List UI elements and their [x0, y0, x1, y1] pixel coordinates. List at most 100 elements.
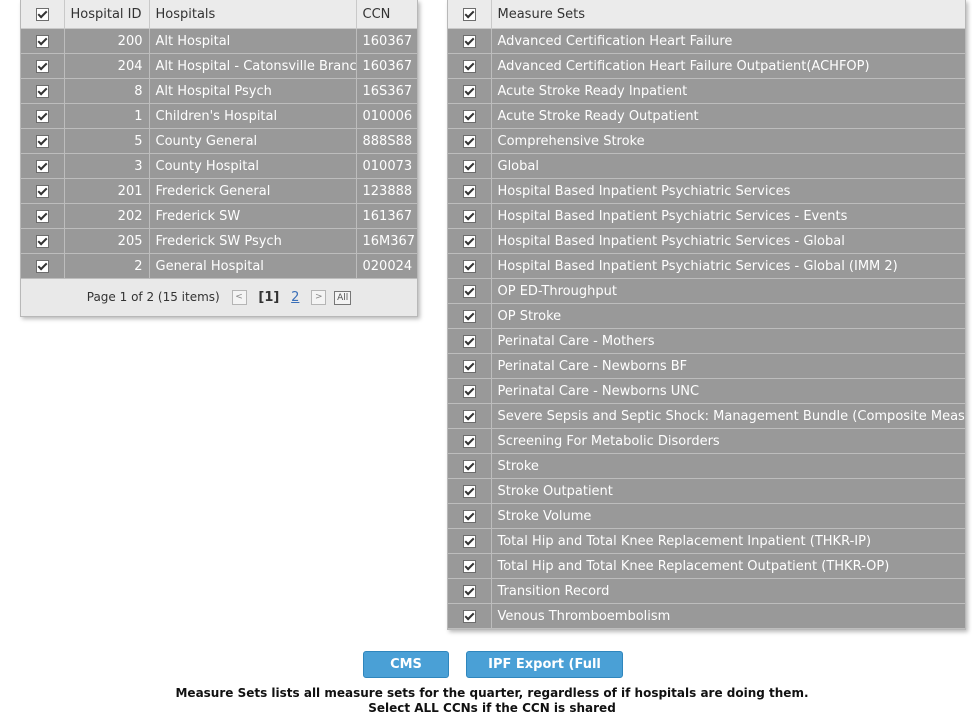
measure-set-row-checkbox[interactable] [462, 309, 476, 323]
hospital-ccn-cell: 161367 [356, 203, 417, 229]
measure-set-row[interactable]: Hospital Based Inpatient Psychiatric Ser… [448, 203, 965, 229]
hospital-row[interactable]: 200 Alt Hospital 160367 [21, 28, 417, 54]
measure-set-row[interactable]: Stroke [448, 453, 965, 479]
measure-set-row-checkbox-cell [448, 378, 492, 404]
measure-set-name-cell: Transition Record [491, 578, 965, 604]
hospital-id-cell: 200 [64, 28, 150, 54]
measure-set-name-cell: Hospital Based Inpatient Psychiatric Ser… [491, 253, 965, 279]
hospital-row[interactable]: 3 County Hospital 010073 [21, 153, 417, 179]
measure-set-row[interactable]: Stroke Volume [448, 503, 965, 529]
measure-set-row-checkbox[interactable] [462, 484, 476, 498]
measure-set-row[interactable]: Screening For Metabolic Disorders [448, 428, 965, 454]
hospital-name-cell: County General [149, 128, 357, 154]
pager-all-button[interactable]: All [334, 290, 352, 305]
measure-set-row[interactable]: Advanced Certification Heart Failure Out… [448, 53, 965, 79]
measure-set-row[interactable]: Total Hip and Total Knee Replacement Inp… [448, 528, 965, 554]
measure-set-row-checkbox-cell [448, 78, 492, 104]
measure-set-row[interactable]: Severe Sepsis and Septic Shock: Manageme… [448, 403, 965, 429]
hospital-id-cell: 2 [64, 253, 150, 279]
measure-set-row-checkbox[interactable] [462, 134, 476, 148]
measure-set-row[interactable]: OP Stroke [448, 303, 965, 329]
ipf-export-button[interactable]: IPF Export (Full Year) [466, 651, 623, 697]
measure-set-row[interactable]: Total Hip and Total Knee Replacement Out… [448, 553, 965, 579]
measure-set-row-checkbox[interactable] [462, 159, 476, 173]
measure-set-row-checkbox-cell [448, 553, 492, 579]
measure-set-row-checkbox[interactable] [462, 459, 476, 473]
hospital-row-checkbox[interactable] [35, 59, 49, 73]
cms-export-button[interactable]: CMS Export [363, 651, 449, 697]
measure-set-row-checkbox[interactable] [462, 59, 476, 73]
hospital-row[interactable]: 2 General Hospital 020024 [21, 253, 417, 279]
hospital-row-checkbox[interactable] [35, 159, 49, 173]
measure-set-row-checkbox[interactable] [462, 534, 476, 548]
measure-set-row-checkbox[interactable] [462, 209, 476, 223]
measure-set-row[interactable]: Hospital Based Inpatient Psychiatric Ser… [448, 228, 965, 254]
measure-set-row[interactable]: Perinatal Care - Newborns UNC [448, 378, 965, 404]
hospital-ccn-cell: 020024 [356, 253, 417, 279]
measure-set-row-checkbox[interactable] [462, 559, 476, 573]
measure-set-row-checkbox[interactable] [462, 409, 476, 423]
measure-set-row[interactable]: Perinatal Care - Newborns BF [448, 353, 965, 379]
column-header-hospital-id[interactable]: Hospital ID [64, 0, 150, 29]
measure-set-row-checkbox[interactable] [462, 34, 476, 48]
measure-set-row[interactable]: OP ED-Throughput [448, 278, 965, 304]
pager-prev-button[interactable]: < [231, 290, 247, 305]
measure-set-row-checkbox[interactable] [462, 584, 476, 598]
measure-set-row-checkbox-cell [448, 28, 492, 54]
hospital-row-checkbox[interactable] [35, 209, 49, 223]
measure-set-row-checkbox[interactable] [462, 509, 476, 523]
pager-next-button[interactable]: > [311, 290, 327, 305]
measure-set-row-checkbox[interactable] [462, 384, 476, 398]
hospital-row-checkbox[interactable] [35, 109, 49, 123]
hospital-row-checkbox[interactable] [35, 84, 49, 98]
select-all-measures-checkbox[interactable] [462, 7, 476, 21]
hospital-name-cell: Alt Hospital Psych [149, 78, 357, 104]
measure-set-row-checkbox[interactable] [462, 359, 476, 373]
measure-set-row-checkbox[interactable] [462, 334, 476, 348]
measure-set-row-checkbox[interactable] [462, 434, 476, 448]
measure-set-row[interactable]: Acute Stroke Ready Inpatient [448, 78, 965, 104]
hospital-row[interactable]: 205 Frederick SW Psych 16M367 [21, 228, 417, 254]
hospital-row-checkbox[interactable] [35, 34, 49, 48]
measure-set-name-cell: Screening For Metabolic Disorders [491, 428, 965, 454]
measure-set-row[interactable]: Transition Record [448, 578, 965, 604]
column-header-measure-sets[interactable]: Measure Sets [491, 0, 965, 29]
pager-page-2-link[interactable]: 2 [291, 290, 299, 305]
hospital-name-cell: Alt Hospital [149, 28, 357, 54]
hospital-row-checkbox-cell [21, 128, 65, 154]
measure-set-row-checkbox-cell [448, 603, 492, 629]
hospital-row[interactable]: 201 Frederick General 123888 [21, 178, 417, 204]
measure-set-row[interactable]: Venous Thromboembolism [448, 603, 965, 629]
hospital-row-checkbox[interactable] [35, 259, 49, 273]
measure-set-row[interactable]: Global [448, 153, 965, 179]
measure-set-row-checkbox[interactable] [462, 259, 476, 273]
measure-set-row-checkbox[interactable] [462, 234, 476, 248]
measure-set-row[interactable]: Perinatal Care - Mothers [448, 328, 965, 354]
select-all-hospitals-checkbox[interactable] [35, 7, 49, 21]
measure-set-row[interactable]: Advanced Certification Heart Failure [448, 28, 965, 54]
measure-set-row-checkbox[interactable] [462, 284, 476, 298]
column-header-hospitals[interactable]: Hospitals [149, 0, 357, 29]
hospital-row-checkbox[interactable] [35, 134, 49, 148]
select-all-hospitals-cell [21, 0, 65, 29]
measure-set-row-checkbox[interactable] [462, 84, 476, 98]
hospital-row[interactable]: 5 County General 888S88 [21, 128, 417, 154]
hospital-row[interactable]: 8 Alt Hospital Psych 16S367 [21, 78, 417, 104]
measure-set-row-checkbox[interactable] [462, 109, 476, 123]
measure-set-row[interactable]: Hospital Based Inpatient Psychiatric Ser… [448, 253, 965, 279]
column-header-ccn[interactable]: CCN [356, 0, 417, 29]
measure-set-row-checkbox[interactable] [462, 609, 476, 623]
hospital-row[interactable]: 202 Frederick SW 161367 [21, 203, 417, 229]
measure-set-row[interactable]: Acute Stroke Ready Outpatient [448, 103, 965, 129]
hospital-row-checkbox[interactable] [35, 184, 49, 198]
hospital-row[interactable]: 1 Children's Hospital 010006 [21, 103, 417, 129]
measure-set-row[interactable]: Comprehensive Stroke [448, 128, 965, 154]
measure-set-row-checkbox[interactable] [462, 184, 476, 198]
measure-set-row[interactable]: Hospital Based Inpatient Psychiatric Ser… [448, 178, 965, 204]
measure-set-name-cell: Perinatal Care - Mothers [491, 328, 965, 354]
hospital-row-checkbox[interactable] [35, 234, 49, 248]
measure-set-row-checkbox-cell [448, 253, 492, 279]
measure-set-row[interactable]: Stroke Outpatient [448, 478, 965, 504]
hospital-row[interactable]: 204 Alt Hospital - Catonsville Branch 1603… [21, 53, 417, 79]
hospital-row-checkbox-cell [21, 253, 65, 279]
